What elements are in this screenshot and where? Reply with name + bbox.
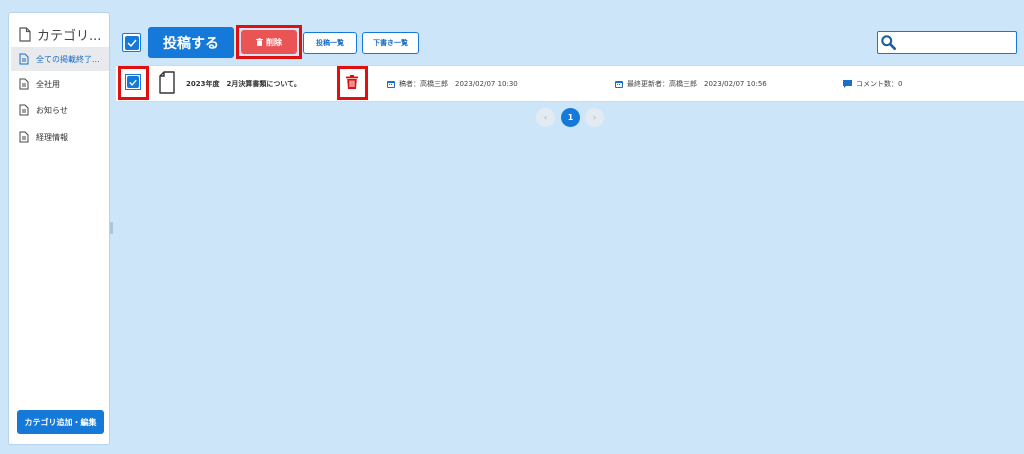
row-delete-trash-icon[interactable] [346, 75, 358, 89]
select-all-checkbox[interactable] [122, 33, 141, 52]
search-input[interactable] [896, 32, 1016, 53]
post-list-button[interactable]: 投稿一覧 [303, 32, 357, 54]
document-lines-icon [19, 53, 29, 65]
search-icon [881, 35, 896, 50]
updated-info: 最終更新者：高橋三郎 2023/02/07 10:56 [615, 79, 767, 89]
trash-icon [256, 38, 263, 46]
calendar-icon [387, 81, 395, 88]
pagination-prev-button[interactable]: ‹ [536, 108, 555, 127]
sidebar-item-company[interactable]: 全社用 [11, 72, 109, 96]
post-button[interactable]: 投稿する [148, 27, 234, 58]
comment-count-text: コメント数：0 [856, 80, 903, 88]
sidebar-item-label: 経理情報 [36, 132, 68, 142]
sidebar-item-news[interactable]: お知らせ [11, 98, 109, 122]
check-icon [127, 39, 137, 47]
calendar-icon [615, 81, 623, 88]
document-lines-icon [19, 78, 29, 90]
check-icon [129, 79, 137, 86]
checkbox-fill [127, 76, 139, 88]
row-checkbox[interactable] [125, 74, 141, 90]
comment-count: コメント数：0 [843, 79, 902, 89]
document-icon [19, 26, 31, 42]
posted-info-text: 稿者：高橋三郎 2023/02/07 10:30 [399, 80, 518, 88]
pagination-next-button[interactable]: › [585, 108, 604, 127]
draft-list-button[interactable]: 下書き一覧 [362, 32, 419, 54]
document-lines-icon [19, 104, 29, 116]
comment-icon [843, 80, 852, 88]
sidebar-title-text: カテゴリ... [37, 28, 102, 44]
post-title[interactable]: 2023年度 2月決算書類について。 [186, 79, 301, 89]
file-icon [159, 71, 175, 94]
sidebar-item-label: 全ての掲載終了... [36, 54, 100, 64]
posted-info: 稿者：高橋三郎 2023/02/07 10:30 [387, 79, 518, 89]
add-edit-category-button[interactable]: カテゴリ追加・編集 [17, 410, 104, 434]
sidebar-title: カテゴリ... [19, 23, 107, 45]
sidebar-item-accounting[interactable]: 経理情報 [11, 125, 109, 149]
sidebar-item-all-expired[interactable]: 全ての掲載終了... [11, 47, 109, 71]
updated-info-text: 最終更新者：高橋三郎 2023/02/07 10:56 [627, 80, 767, 88]
delete-button[interactable]: 削除 [241, 30, 297, 54]
sidebar-item-label: お知らせ [36, 105, 68, 115]
category-sidebar: カテゴリ... 全ての掲載終了... 全社用 お知らせ 経理情報 カテゴリ追加・… [8, 12, 110, 445]
pagination-page-1[interactable]: 1 [561, 108, 580, 127]
checkbox-fill [124, 35, 139, 50]
sidebar-resize-handle[interactable] [110, 222, 113, 234]
table-row[interactable]: 2023年度 2月決算書類について。 稿者：高橋三郎 2023/02/07 10… [116, 65, 1024, 102]
search-box[interactable] [877, 31, 1017, 54]
document-lines-icon [19, 131, 29, 143]
sidebar-item-label: 全社用 [36, 79, 60, 89]
delete-button-label: 削除 [266, 37, 282, 47]
